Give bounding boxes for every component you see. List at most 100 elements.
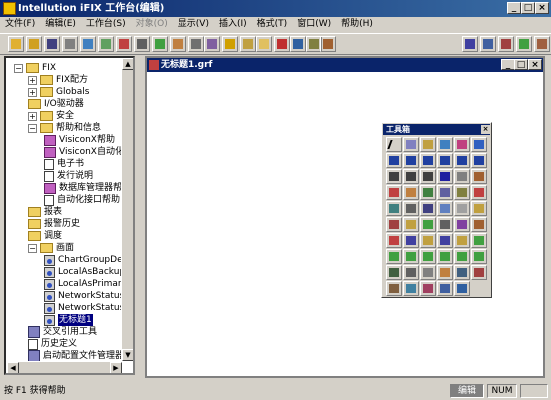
select-icon[interactable] [386,137,402,152]
grid-icon[interactable] [134,36,150,52]
align-icon[interactable] [471,233,487,248]
cut-icon[interactable] [403,137,419,152]
schedule-icon[interactable] [420,265,436,280]
oval-icon[interactable] [420,153,436,168]
tools-icon[interactable] [204,36,220,52]
tree-node[interactable]: I/O驱动器 [28,98,84,110]
script-icon[interactable] [471,217,487,232]
menu-object[interactable]: 对象(O) [131,17,173,32]
tree-node[interactable]: 报警历史 [28,218,80,230]
scroll-up-arrow[interactable]: ▲ [122,58,133,70]
layer-icon[interactable] [454,233,470,248]
chart-icon[interactable] [471,185,487,200]
scroll-down-arrow[interactable]: ▼ [122,349,133,361]
maximize-button[interactable]: □ [521,2,535,14]
text-icon[interactable] [437,169,453,184]
tree-node[interactable]: 调度 [28,230,62,242]
datalink-icon[interactable] [386,185,402,200]
scroll-left-arrow[interactable]: ◀ [7,362,19,373]
display-icon[interactable] [222,36,238,52]
alarm-icon[interactable] [274,36,290,52]
task-icon[interactable] [454,265,470,280]
paste-icon[interactable] [437,137,453,152]
front-icon[interactable] [420,233,436,248]
multi-icon[interactable] [471,201,487,216]
user-icon[interactable] [290,36,306,52]
polygon-icon[interactable] [454,153,470,168]
tree-node[interactable]: 发行说明 [44,170,93,182]
collapse-icon[interactable]: − [28,123,37,133]
script-icon[interactable] [320,36,336,52]
tree-node[interactable]: 历史定义 [28,338,77,350]
button-icon[interactable] [454,169,470,184]
datasource-icon[interactable] [386,217,402,232]
wrench-icon[interactable] [188,36,204,52]
menu-edit[interactable]: 编辑(E) [40,17,81,32]
event-icon[interactable] [454,185,470,200]
timer-icon[interactable] [437,185,453,200]
layout-icon[interactable] [480,36,496,52]
window-icon[interactable] [454,249,470,264]
zoom-icon[interactable] [420,249,436,264]
tag-icon[interactable] [152,36,168,52]
user-icon[interactable] [403,281,419,296]
bitmap-icon[interactable] [420,185,436,200]
workspace-icon[interactable] [403,265,419,280]
new-folder-icon[interactable] [8,36,24,52]
expand-icon[interactable]: + [28,87,37,97]
tree-node[interactable]: LocalAsPrimary [44,278,127,290]
menu-file[interactable]: 文件(F) [0,17,40,32]
menu-insert[interactable]: 插入(I) [214,17,252,32]
key-icon[interactable] [240,36,256,52]
line-icon[interactable] [403,169,419,184]
key-icon[interactable] [386,281,402,296]
scroll-right-arrow[interactable]: ▶ [110,362,122,373]
variable-icon[interactable] [386,201,402,216]
collapse-icon[interactable]: − [14,63,23,73]
menu-format[interactable]: 格式(T) [252,17,293,32]
pencil-icon[interactable] [170,36,186,52]
tree-vertical-scrollbar[interactable]: ▲ ▼ [121,58,133,361]
tree-node[interactable]: VisiconX帮助 [44,134,115,146]
undo-icon[interactable] [454,281,470,296]
display-icon[interactable] [386,265,402,280]
report-icon[interactable] [256,36,272,52]
recipe-icon[interactable] [437,281,453,296]
menu-workspace[interactable]: 工作台(S) [81,17,131,32]
order-icon[interactable] [534,36,550,52]
rotate-icon[interactable] [386,249,402,264]
tree-node[interactable]: VisiconX自动化接 [44,146,133,158]
save-icon[interactable] [44,36,60,52]
flip-icon[interactable] [403,249,419,264]
pie-icon[interactable] [471,153,487,168]
expert-icon[interactable] [403,217,419,232]
print-icon[interactable] [62,36,78,52]
tree-node[interactable]: − 画面 [28,242,74,254]
tree-node[interactable]: + FIX配方 [28,74,88,86]
tree-horizontal-scrollbar[interactable]: ◀ ▶ [6,361,122,373]
tree-node[interactable]: + 安全 [28,110,74,122]
tree-node[interactable]: − FIX [14,62,56,74]
database-icon[interactable] [420,281,436,296]
group-icon[interactable] [386,233,402,248]
chord-icon[interactable] [437,153,453,168]
tree-node[interactable]: LocalAsBackup [44,266,125,278]
close-button[interactable]: × [535,2,549,14]
open-icon[interactable] [26,36,42,52]
menu-help[interactable]: 帮助(H) [336,17,378,32]
pipe-icon[interactable] [471,169,487,184]
polyline-icon[interactable] [420,169,436,184]
check-icon[interactable] [471,249,487,264]
picture-icon[interactable] [471,137,487,152]
check-icon[interactable] [98,36,114,52]
tools-icon[interactable] [471,265,487,280]
expand-icon[interactable]: + [28,111,37,121]
minimize-button[interactable]: _ [507,2,521,14]
toolbox-close-button[interactable]: × [481,125,490,134]
ole-icon[interactable] [454,217,470,232]
picture-minimize-button[interactable]: _ [501,59,515,70]
properties-icon[interactable] [80,36,96,52]
back-icon[interactable] [437,233,453,248]
tree-node[interactable]: 数据库管理器帮 [44,182,122,194]
tree-node[interactable]: − 帮助和信息 [28,122,101,134]
